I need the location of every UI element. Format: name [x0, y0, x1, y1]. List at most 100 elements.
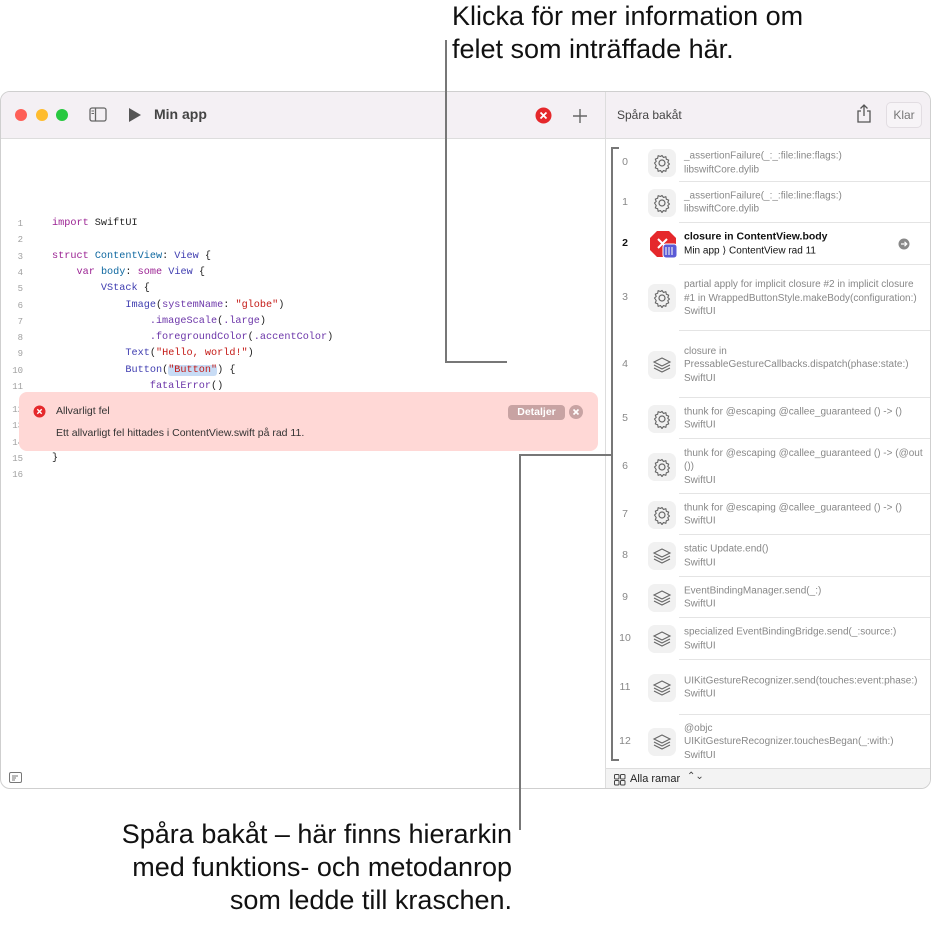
callout-line-bottom: [519, 454, 521, 830]
frame-function: specialized EventBindingBridge.send(_:so…: [684, 626, 897, 638]
frame-text: EventBindingManager.send(_:) SwiftUI: [684, 584, 924, 611]
line-number: 5: [17, 284, 23, 295]
frame-text: specialized EventBindingBridge.send(_:so…: [684, 626, 924, 653]
line-number: 4: [17, 267, 23, 278]
sidebar-toggle-icon[interactable]: [89, 107, 107, 122]
frame-index: 7: [622, 507, 628, 520]
frame-text: thunk for @escaping @callee_guaranteed (…: [684, 501, 924, 528]
code-token: .large: [223, 315, 260, 327]
error-banner: Allvarligt fel Ett allvarligt fel hittade…: [19, 392, 598, 451]
frame-library: Min app ⟩ ContentView rad 11: [684, 245, 816, 256]
backtrace-panel: 0 _assertionFailure(_:_:file:line:flags:)…: [605, 92, 930, 788]
frame-index: 1: [622, 195, 628, 208]
frame-index: 6: [622, 459, 628, 472]
code-token: ): [259, 315, 267, 327]
frame-function: thunk for @escaping @callee_guaranteed (…: [684, 502, 902, 513]
code-text: Text("Hello, world!"): [52, 346, 253, 362]
frame-text: static Update.end() SwiftUI: [684, 543, 924, 570]
frame-function: EventBindingManager.send(_:): [684, 585, 822, 596]
layers-icon: [648, 673, 676, 702]
layers-icon: [648, 350, 676, 379]
frame-filter-select[interactable]: Alla ramar: [630, 773, 680, 785]
backtrace-frame[interactable]: 2 closure in ContentView.body Min app ⟩ Co…: [606, 223, 930, 265]
backtrace-frame[interactable]: 11 UIKitGestureRecognizer.send(touches:ev…: [606, 660, 930, 715]
grid-icon: [614, 774, 626, 786]
gear-icon: [648, 404, 676, 433]
line-number: 10: [12, 365, 23, 376]
callout-line: Klicka för mer information om: [452, 1, 804, 31]
code-token: ): [327, 332, 334, 344]
frame-library: SwiftUI: [684, 372, 716, 384]
code-line: 4 var body: some View {: [1, 265, 601, 281]
dismiss-icon[interactable]: [569, 405, 583, 419]
backtrace-frame[interactable]: 5 thunk for @escaping @callee_guaranteed …: [606, 398, 930, 439]
code-token: systemName: [162, 299, 224, 311]
callout-line-top: [445, 40, 447, 363]
backtrace-frame[interactable]: 4 closure in PressableGestureCallbacks.di…: [606, 331, 930, 398]
backtrace-frame[interactable]: 12 @objc UIKitGestureRecognizer.touchesBe…: [606, 715, 930, 768]
frame-library: libswiftCore.dylib: [684, 203, 760, 215]
code-text: Button("Button") {: [52, 363, 235, 379]
code-token: View: [174, 250, 199, 262]
code-line: 5 VStack {: [1, 281, 601, 297]
line-number: 16: [12, 470, 23, 481]
line-number: 11: [12, 382, 23, 392]
minimize-window-button[interactable]: [36, 109, 48, 121]
code-token: ) {: [217, 364, 236, 376]
backtrace-frame[interactable]: 3 partial apply for implicit closure #2 i…: [606, 265, 930, 331]
code-token: {: [137, 283, 150, 295]
frame-index: 3: [622, 291, 628, 303]
backtrace-footer: Alla ramar ⌃⌄: [606, 768, 930, 788]
frame-library: SwiftUI: [684, 419, 716, 431]
backtrace-frame[interactable]: 8 static Update.end() SwiftUI: [606, 535, 930, 577]
code-token: :: [162, 250, 175, 262]
code-token: .imageScale: [149, 315, 218, 327]
code-token: "Button": [168, 364, 218, 376]
code-token: .foregroundColor: [149, 332, 248, 344]
frame-text: _assertionFailure(_:_:file:line:flags:) l…: [684, 150, 924, 177]
console-icon[interactable]: [9, 772, 22, 783]
line-number: 1: [17, 219, 23, 229]
chevron-updown-icon[interactable]: ⌃⌄: [687, 771, 704, 782]
error-title: Allvarligt fel: [56, 405, 110, 417]
close-window-button[interactable]: [15, 109, 27, 121]
play-icon[interactable]: [128, 107, 142, 123]
code-token: {: [192, 266, 205, 278]
code-editor[interactable]: 1 import SwiftUI 2 3 struct ContentView: Vie…: [1, 140, 604, 788]
frame-text: UIKitGestureRecognizer.send(touches:even…: [684, 674, 924, 701]
code-token: Button: [125, 364, 163, 376]
frame-function: @objc UIKitGestureRecognizer.touchesBega…: [684, 722, 894, 747]
frame-library: SwiftUI: [684, 515, 716, 527]
plus-icon[interactable]: [572, 108, 588, 124]
frame-text: thunk for @escaping @callee_guaranteed (…: [684, 405, 924, 432]
frame-index: 8: [622, 549, 628, 561]
line-number: 15: [12, 453, 23, 464]
backtrace-frame[interactable]: 9 EventBindingManager.send(_:) SwiftUI: [606, 577, 930, 618]
callout-line-top: [445, 361, 507, 363]
backtrace-frame[interactable]: 7 thunk for @escaping @callee_guaranteed …: [606, 494, 930, 535]
frame-library: SwiftUI: [684, 474, 716, 486]
code-token: :: [125, 266, 138, 278]
frame-function: _assertionFailure(_:_:file:line:flags:): [684, 150, 842, 162]
backtrace-frame[interactable]: 1 _assertionFailure(_:_:file:line:flags:)…: [606, 182, 930, 223]
callout-line: som ledde till kraschen.: [229, 885, 512, 915]
code-token: var: [76, 266, 95, 278]
error-message: Ett allvarligt fel hittades i ContentVie…: [56, 427, 305, 439]
backtrace-frame[interactable]: 10 specialized EventBindingBridge.send(_:…: [606, 618, 930, 660]
arrow-circle-icon[interactable]: [898, 238, 910, 250]
backtrace-frame[interactable]: 6 thunk for @escaping @callee_guaranteed …: [606, 439, 930, 494]
zoom-window-button[interactable]: [56, 109, 68, 121]
line-number: 3: [17, 251, 23, 262]
callout-line-bottom: [519, 454, 612, 456]
error-icon[interactable]: [535, 107, 552, 124]
code-text: struct ContentView: View {: [52, 249, 211, 265]
frame-library: SwiftUI: [684, 598, 716, 610]
details-button[interactable]: Detaljer: [508, 405, 565, 420]
code-token: .accentColor: [253, 332, 328, 344]
backtrace-frame[interactable]: 0 _assertionFailure(_:_:file:line:flags:)…: [606, 144, 930, 182]
gear-icon: [648, 500, 676, 529]
